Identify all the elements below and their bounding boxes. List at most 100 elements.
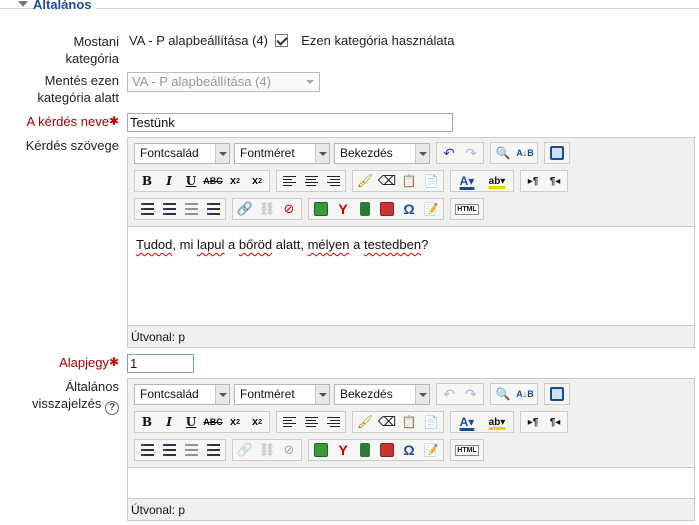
- feedback-outdent-icon[interactable]: [181, 440, 201, 460]
- ltr-icon[interactable]: ▸¶: [523, 171, 543, 191]
- paste-text-icon[interactable]: 📋: [399, 171, 419, 191]
- feedback-image-icon[interactable]: [311, 440, 331, 460]
- indent-icon[interactable]: [203, 199, 223, 219]
- bullet-list-icon[interactable]: [137, 199, 157, 219]
- image-icon[interactable]: [311, 199, 331, 219]
- feedback-paste-text-icon[interactable]: 📋: [399, 412, 419, 432]
- question-text-editor: Fontcsalád Fontméret Bekezdés ↶ ↷ 🔍 A↓B …: [127, 137, 695, 348]
- feedback-edit-icon[interactable]: 📝: [421, 440, 441, 460]
- section-legend[interactable]: Általános: [0, 0, 699, 14]
- redo-icon[interactable]: ↷: [461, 143, 481, 163]
- question-name-input[interactable]: Testünk: [127, 113, 453, 132]
- feedback-html-button[interactable]: HTML: [453, 440, 481, 460]
- feedback-align-center-icon[interactable]: [301, 412, 321, 432]
- nolink-icon[interactable]: ⊘: [279, 199, 299, 219]
- feedback-redo-icon[interactable]: ↷: [461, 384, 481, 404]
- feedback-media-icon[interactable]: Y: [333, 440, 353, 460]
- font-family-select[interactable]: Fontcsalád: [134, 142, 230, 164]
- media-icon[interactable]: Y: [333, 199, 353, 219]
- feedback-numbered-list-icon[interactable]: [159, 440, 179, 460]
- question-text-label: Kérdés szövege: [25, 138, 119, 153]
- general-feedback-content[interactable]: [128, 467, 694, 499]
- underline-icon[interactable]: U: [181, 171, 201, 191]
- paste-word-icon[interactable]: 📄: [421, 171, 441, 191]
- feedback-undo-icon[interactable]: ↶: [439, 384, 459, 404]
- feedback-align-left-icon[interactable]: [279, 412, 299, 432]
- question-name-label: A kérdés neve✱: [26, 114, 119, 129]
- unlink-icon[interactable]: ⛓: [257, 199, 277, 219]
- editor-toolbar-row-2: B I U ABC x2 x2 🖌 ⌫ 📋 📄 A▾ ab▾ ▸¶ ¶◂: [134, 170, 574, 192]
- feedback-text-color-icon[interactable]: A▾: [453, 412, 481, 432]
- feedback-underline-icon[interactable]: U: [181, 412, 201, 432]
- save-category-select[interactable]: VA - P alapbeállítása (4): [127, 72, 320, 92]
- link-icon[interactable]: 🔗: [235, 199, 255, 219]
- feedback-nolink-icon[interactable]: ⊘: [279, 440, 299, 460]
- feedback-bold-icon[interactable]: B: [137, 412, 157, 432]
- html-button[interactable]: HTML: [453, 199, 481, 219]
- feedback-strikethrough-icon[interactable]: ABC: [203, 412, 223, 432]
- special-char-icon[interactable]: Ω: [399, 199, 419, 219]
- editor-toolbar-row-3: 🔗 ⛓ ⊘ Y Ω 📝 HTML: [134, 198, 490, 220]
- outdent-icon[interactable]: [181, 199, 201, 219]
- replace-icon[interactable]: A↓B: [515, 143, 535, 163]
- feedback-editor-path: Útvonal: p: [131, 503, 186, 517]
- feedback-bullet-list-icon[interactable]: [137, 440, 157, 460]
- default-grade-input[interactable]: 1: [127, 354, 194, 373]
- eraser-icon[interactable]: ⌫: [377, 171, 397, 191]
- feedback-find-icon[interactable]: 🔍: [493, 384, 513, 404]
- edit-icon[interactable]: 📝: [421, 199, 441, 219]
- clean-brush-icon[interactable]: 🖌: [355, 171, 375, 191]
- feedback-eraser-icon[interactable]: ⌫: [377, 412, 397, 432]
- numbered-list-icon[interactable]: [159, 199, 179, 219]
- feedback-superscript-icon[interactable]: x2: [247, 412, 267, 432]
- superscript-icon[interactable]: x2: [247, 171, 267, 191]
- moodle-media-icon[interactable]: [377, 199, 397, 219]
- collapse-triangle-icon[interactable]: [18, 1, 28, 7]
- save-category-selected: VA - P alapbeállítása (4): [132, 74, 271, 89]
- feedback-indent-icon[interactable]: [203, 440, 223, 460]
- feedback-special-char-icon[interactable]: Ω: [399, 440, 419, 460]
- feedback-ltr-icon[interactable]: ▸¶: [523, 412, 543, 432]
- feedback-font-size-select[interactable]: Fontméret: [234, 383, 330, 405]
- feedback-clean-brush-icon[interactable]: 🖌: [355, 412, 375, 432]
- rtl-icon[interactable]: ¶◂: [545, 171, 565, 191]
- feedback-link-icon[interactable]: 🔗: [235, 440, 255, 460]
- bold-icon[interactable]: B: [137, 171, 157, 191]
- feedback-align-right-icon[interactable]: [323, 412, 343, 432]
- feedback-film-icon[interactable]: [355, 440, 375, 460]
- subscript-icon[interactable]: x2: [225, 171, 245, 191]
- feedback-unlink-icon[interactable]: ⛓: [257, 440, 277, 460]
- format-select[interactable]: Bekezdés: [334, 142, 430, 164]
- chevron-down-icon: [306, 80, 314, 84]
- feedback-format-select[interactable]: Bekezdés: [334, 383, 430, 405]
- use-category-checkbox-label[interactable]: Ezen kategória használata: [301, 33, 454, 48]
- feedback-moodle-media-icon[interactable]: [377, 440, 397, 460]
- feedback-toolbar-row-1: Fontcsalád Fontméret Bekezdés ↶ ↷ 🔍 A↓B: [134, 383, 576, 405]
- fullscreen-icon[interactable]: [547, 143, 567, 163]
- align-center-icon[interactable]: [301, 171, 321, 191]
- feedback-fullscreen-icon[interactable]: [547, 384, 567, 404]
- find-icon[interactable]: 🔍: [493, 143, 513, 163]
- feedback-rtl-icon[interactable]: ¶◂: [545, 412, 565, 432]
- highlight-color-icon[interactable]: ab▾: [483, 171, 511, 191]
- required-icon: ✱: [108, 114, 119, 128]
- help-icon[interactable]: ?: [105, 401, 119, 415]
- font-size-select[interactable]: Fontméret: [234, 142, 330, 164]
- align-right-icon[interactable]: [323, 171, 343, 191]
- default-grade-label: Alapjegy✱: [59, 355, 119, 370]
- feedback-subscript-icon[interactable]: x2: [225, 412, 245, 432]
- feedback-paste-word-icon[interactable]: 📄: [421, 412, 441, 432]
- text-color-icon[interactable]: A▾: [453, 171, 481, 191]
- strikethrough-icon[interactable]: ABC: [203, 171, 223, 191]
- feedback-font-family-select[interactable]: Fontcsalád: [134, 383, 230, 405]
- feedback-highlight-color-icon[interactable]: ab▾: [483, 412, 511, 432]
- question-text-content[interactable]: Tudod, mi lapul a bőröd alatt, mélyen a …: [128, 226, 694, 326]
- use-category-checkbox[interactable]: [274, 34, 288, 47]
- undo-icon[interactable]: ↶: [439, 143, 459, 163]
- film-icon[interactable]: [355, 199, 375, 219]
- feedback-italic-icon[interactable]: I: [159, 412, 179, 432]
- align-left-icon[interactable]: [279, 171, 299, 191]
- feedback-replace-icon[interactable]: A↓B: [515, 384, 535, 404]
- italic-icon[interactable]: I: [159, 171, 179, 191]
- editor-toolbar-row-1: Fontcsalád Fontméret Bekezdés ↶ ↷ 🔍 A↓B: [134, 142, 576, 164]
